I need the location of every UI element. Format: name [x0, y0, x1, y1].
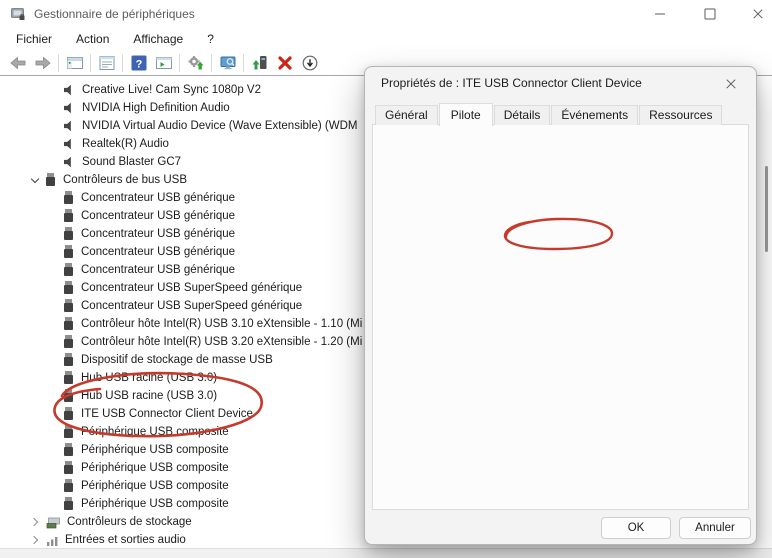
tab-page-pilote: [372, 124, 749, 510]
usb-icon: [64, 317, 73, 331]
speaker-icon: [64, 84, 75, 96]
usb-icon: [64, 191, 73, 205]
usb-icon: [64, 407, 73, 421]
maximize-button[interactable]: [690, 0, 730, 28]
usb-icon: [64, 443, 73, 457]
usb-icon: [64, 263, 73, 277]
usb-icon: [64, 245, 73, 259]
dialog-close-icon[interactable]: [716, 72, 746, 96]
usb-icon: [64, 353, 73, 367]
storage-icon: [46, 516, 61, 529]
remote-computer-icon[interactable]: [215, 52, 240, 74]
tree-item[interactable]: Périphérique USB composite: [64, 459, 229, 477]
tab-evenements[interactable]: Événements: [551, 105, 638, 125]
usb-icon: [64, 281, 73, 295]
cancel-button[interactable]: Annuler: [679, 517, 751, 539]
properties-dialog: Propriétés de : ITE USB Connector Client…: [364, 66, 757, 545]
speaker-icon: [64, 138, 75, 150]
tree-item[interactable]: NVIDIA Virtual Audio Device (Wave Extens…: [64, 117, 357, 135]
usb-icon: [46, 173, 55, 187]
tree-item[interactable]: Périphérique USB composite: [64, 495, 229, 513]
back-icon[interactable]: [5, 52, 30, 74]
close-button[interactable]: [738, 0, 772, 28]
tree-item[interactable]: Concentrateur USB générique: [64, 261, 235, 279]
menu-fichier[interactable]: Fichier: [4, 29, 64, 49]
tab-details[interactable]: Détails: [494, 105, 551, 125]
tree-item[interactable]: Concentrateur USB SuperSpeed générique: [64, 297, 302, 315]
menu-action[interactable]: Action: [64, 29, 121, 49]
toolbar-separator: [90, 54, 91, 72]
tree-scrollbar[interactable]: [765, 166, 768, 252]
toolbar-separator: [243, 54, 244, 72]
scan-hardware-icon[interactable]: [183, 52, 208, 74]
device-manager-app-icon: [10, 6, 26, 22]
disable-icon[interactable]: [297, 52, 322, 74]
speaker-icon: [64, 156, 75, 168]
menu-bar: Fichier Action Affichage ?: [0, 28, 772, 50]
uninstall-icon[interactable]: [272, 52, 297, 74]
speaker-icon: [64, 102, 75, 114]
tree-item[interactable]: Sound Blaster GC7: [64, 153, 181, 171]
usb-icon: [64, 425, 73, 439]
dialog-title: Propriétés de : ITE USB Connector Client…: [381, 76, 642, 90]
forward-icon[interactable]: [30, 52, 55, 74]
tree-item[interactable]: Contrôleur hôte Intel(R) USB 3.10 eXtens…: [64, 315, 362, 333]
toolbar-separator: [179, 54, 180, 72]
tree-item[interactable]: Périphérique USB composite: [64, 441, 229, 459]
tree-category-usb-controllers[interactable]: Contrôleurs de bus USB: [30, 171, 187, 189]
tree-item[interactable]: Concentrateur USB générique: [64, 225, 235, 243]
usb-icon: [64, 461, 73, 475]
usb-icon: [64, 497, 73, 511]
tree-item-ite-usb-connector[interactable]: ITE USB Connector Client Device: [64, 405, 253, 423]
tab-pilote[interactable]: Pilote: [439, 103, 493, 126]
usb-icon: [64, 479, 73, 493]
minimize-button[interactable]: [640, 0, 680, 28]
usb-icon: [64, 371, 73, 385]
tree-item[interactable]: NVIDIA High Definition Audio: [64, 99, 230, 117]
tree-item[interactable]: Concentrateur USB générique: [64, 207, 235, 225]
chevron-right-icon[interactable]: [30, 517, 40, 527]
tree-item[interactable]: Concentrateur USB générique: [64, 243, 235, 261]
tree-item[interactable]: Concentrateur USB générique: [64, 189, 235, 207]
usb-icon: [64, 209, 73, 223]
svg-text:?: ?: [135, 58, 142, 70]
audio-io-icon: [46, 534, 59, 547]
speaker-icon: [64, 120, 75, 132]
properties-icon[interactable]: [94, 52, 119, 74]
tab-general[interactable]: Général: [375, 105, 438, 125]
tree-category-audio-io[interactable]: Entrées et sorties audio: [30, 531, 186, 548]
tree-item[interactable]: Hub USB racine (USB 3.0): [64, 369, 217, 387]
tree-item[interactable]: Creative Live! Cam Sync 1080p V2: [64, 81, 261, 99]
tree-item[interactable]: Périphérique USB composite: [64, 477, 229, 495]
toolbar-separator: [211, 54, 212, 72]
tree-item[interactable]: Contrôleur hôte Intel(R) USB 3.20 eXtens…: [64, 333, 362, 351]
tree-item[interactable]: Realtek(R) Audio: [64, 135, 169, 153]
toolbar-separator: [122, 54, 123, 72]
chevron-right-icon[interactable]: [30, 535, 40, 545]
console-tree-icon[interactable]: [62, 52, 87, 74]
usb-icon: [64, 389, 73, 403]
menu-help[interactable]: ?: [195, 29, 226, 49]
update-driver-icon[interactable]: [247, 52, 272, 74]
tree-item[interactable]: Concentrateur USB SuperSpeed générique: [64, 279, 302, 297]
tree-item[interactable]: Périphérique USB composite: [64, 423, 229, 441]
tree-item[interactable]: Dispositif de stockage de masse USB: [64, 351, 273, 369]
ok-button[interactable]: OK: [601, 517, 671, 539]
menu-affichage[interactable]: Affichage: [121, 29, 195, 49]
toolbar-separator: [58, 54, 59, 72]
help-icon[interactable]: ?: [126, 52, 151, 74]
chevron-down-icon[interactable]: [30, 175, 40, 185]
usb-icon: [64, 227, 73, 241]
window-title: Gestionnaire de périphériques: [34, 7, 195, 21]
tree-category-storage-controllers[interactable]: Contrôleurs de stockage: [30, 513, 192, 531]
tab-ressources[interactable]: Ressources: [639, 105, 722, 125]
usb-icon: [64, 299, 73, 313]
title-bar: Gestionnaire de périphériques: [0, 0, 772, 28]
action-pane-icon[interactable]: [151, 52, 176, 74]
tab-strip: Général Pilote Détails Événements Ressou…: [375, 104, 723, 125]
usb-icon: [64, 335, 73, 349]
tree-item-hub-usb-racine[interactable]: Hub USB racine (USB 3.0): [64, 387, 217, 405]
